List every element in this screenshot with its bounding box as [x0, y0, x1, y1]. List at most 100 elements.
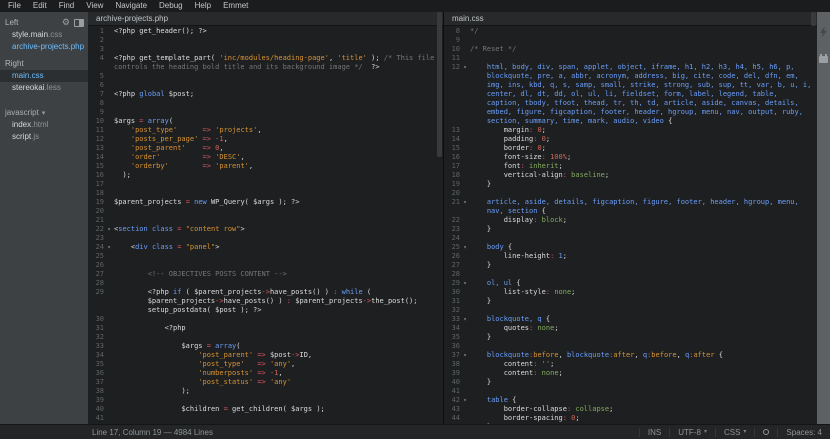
line-number: 25 [88, 252, 105, 261]
fold-gutter [105, 36, 113, 45]
line-number: 31 [444, 297, 461, 306]
code-line: 22▾<section class = "content row"> [88, 225, 443, 234]
line-number: 29 [88, 288, 105, 297]
code-line: 10/* Reset */ [444, 45, 817, 54]
line-number: 20 [88, 207, 105, 216]
sidebar-file-stereokai.less[interactable]: stereokai.less [0, 82, 88, 94]
line-number: 8 [88, 99, 105, 108]
code-line: 33 $args = array( [88, 342, 443, 351]
fold-arrow-icon[interactable]: ▾ [461, 351, 469, 360]
split-view-icon[interactable] [74, 19, 84, 27]
line-number: 24 [88, 243, 105, 252]
menu-item-find[interactable]: Find [53, 0, 81, 12]
fold-gutter [461, 297, 469, 306]
scrollbar-left[interactable] [436, 12, 443, 424]
insert-mode-indicator[interactable]: INS [639, 428, 669, 437]
language-dropdown[interactable]: CSS▾ [715, 428, 754, 437]
code-line: 13 margin: 0; [444, 126, 817, 135]
code-line: 41 [88, 414, 443, 423]
code-editor-right[interactable]: 8*/910/* Reset */1112▾ html, body, div, … [444, 26, 817, 424]
line-number: 21 [88, 216, 105, 225]
fold-arrow-icon[interactable]: ▾ [105, 243, 113, 252]
gear-icon[interactable]: ⚙ [62, 18, 70, 27]
fold-arrow-icon[interactable]: ▾ [461, 63, 469, 72]
code-editor-left[interactable]: 1<?php get_header(); ?>234<?php get_temp… [88, 26, 443, 424]
project-dropdown[interactable]: javascript▾ [0, 106, 88, 119]
line-number: 23 [444, 225, 461, 234]
fold-arrow-icon[interactable]: ▾ [461, 279, 469, 288]
fold-gutter [105, 189, 113, 198]
sidebar-file-index.html[interactable]: index.html [0, 119, 88, 131]
code-line: 45 } [444, 423, 817, 424]
fold-gutter [105, 387, 113, 396]
menu-item-edit[interactable]: Edit [27, 0, 53, 12]
line-number: 27 [444, 261, 461, 270]
menu-item-view[interactable]: View [80, 0, 109, 12]
fold-arrow-icon[interactable]: ▾ [461, 396, 469, 405]
scrollbar-right[interactable] [810, 12, 817, 424]
line-number: 32 [444, 306, 461, 315]
line-number: 17 [88, 180, 105, 189]
code-line: 20 [88, 207, 443, 216]
live-preview-icon[interactable] [819, 26, 828, 38]
line-number: 34 [444, 324, 461, 333]
code-line: 15 'orderby' => 'parent', [88, 162, 443, 171]
line-number: 19 [444, 180, 461, 189]
code-line: 44 border-spacing: 0; [444, 414, 817, 423]
scrollbar-thumb[interactable] [811, 12, 816, 26]
fold-arrow-icon[interactable]: ▾ [461, 315, 469, 324]
working-set-header-left: Left⚙ [0, 16, 88, 29]
sidebar-file-style.main.css[interactable]: style.main.css [0, 29, 88, 41]
code-line: 14 'order' => 'DESC', [88, 153, 443, 162]
code-line: 22 display: block; [444, 216, 817, 225]
fold-gutter [461, 360, 469, 369]
sidebar-file-main.css[interactable]: main.css [0, 70, 88, 82]
fold-arrow-icon[interactable]: ▾ [461, 198, 469, 207]
code-line: 16 ); [88, 171, 443, 180]
fold-gutter [105, 378, 113, 387]
line-number: 17 [444, 162, 461, 171]
line-number: 15 [444, 144, 461, 153]
working-files: Left⚙style.main.cssarchive-projects.phpR… [0, 16, 88, 94]
code-line: 19 } [444, 180, 817, 189]
code-line: 27 } [444, 261, 817, 270]
code-line: 28 [88, 279, 443, 288]
line-number: 7 [88, 90, 105, 99]
fold-arrow-icon[interactable]: ▾ [105, 225, 113, 234]
menu-item-help[interactable]: Help [189, 0, 217, 12]
line-number: 39 [444, 369, 461, 378]
code-line: 37▾ blockquote:before, blockquote:after,… [444, 351, 817, 360]
code-line: 36 [444, 342, 817, 351]
lint-status-icon [763, 429, 769, 435]
line-number: 35 [444, 333, 461, 342]
scrollbar-thumb[interactable] [437, 12, 442, 157]
extension-manager-icon[interactable] [819, 56, 828, 63]
sidebar-file-script.js[interactable]: script.js [0, 131, 88, 143]
menu-item-navigate[interactable]: Navigate [109, 0, 153, 12]
chevron-down-icon: ▾ [42, 110, 46, 117]
fold-gutter [461, 405, 469, 414]
fold-gutter [105, 117, 113, 126]
fold-gutter [105, 216, 113, 225]
encoding-dropdown[interactable]: UTF-8▾ [669, 428, 715, 437]
sidebar-file-archive-projects.php[interactable]: archive-projects.php [0, 41, 88, 53]
brackets-window: FileEditFindViewNavigateDebugHelpEmmet L… [0, 0, 830, 439]
line-number: 14 [88, 153, 105, 162]
line-number: 29 [444, 279, 461, 288]
fold-gutter [105, 405, 113, 414]
fold-gutter [105, 360, 113, 369]
line-number: 19 [88, 198, 105, 207]
menu-item-debug[interactable]: Debug [153, 0, 189, 12]
menu-item-emmet[interactable]: Emmet [217, 0, 254, 12]
code-line: 16 font-size: 100%; [444, 153, 817, 162]
indent-settings[interactable]: Spaces: 4 [777, 428, 830, 437]
code-line: 8 [88, 99, 443, 108]
line-number: 40 [444, 378, 461, 387]
line-number: 13 [88, 144, 105, 153]
fold-arrow-icon[interactable]: ▾ [461, 243, 469, 252]
menu-item-file[interactable]: File [2, 0, 27, 12]
line-number: 41 [444, 387, 461, 396]
code-line: 12 'posts_per_page' => -1, [88, 135, 443, 144]
lint-status[interactable] [754, 428, 777, 437]
sidebar: Left⚙style.main.cssarchive-projects.phpR… [0, 12, 88, 424]
